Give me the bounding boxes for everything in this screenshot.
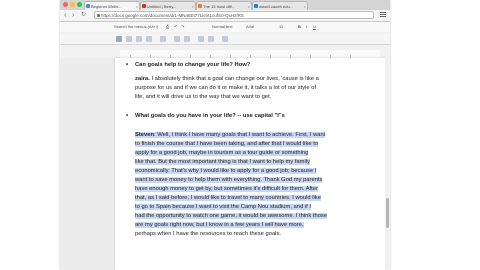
site-favicon-icon	[198, 4, 202, 8]
answer-paragraph-steven: Steven: Well, I think I have many goals …	[135, 131, 375, 239]
line-spacing-icon[interactable]	[160, 36, 166, 42]
selected-text[interactable]: are my goals right now, but I know in a …	[135, 222, 304, 228]
paragraph-line: to finish the course that I have been ta…	[135, 141, 319, 147]
print-icon[interactable]: ⎙	[166, 22, 169, 32]
selected-text[interactable]: to go to Spain because I want to visit t…	[135, 204, 311, 210]
italic-button[interactable]: I	[306, 22, 307, 32]
format-toolbar	[60, 34, 390, 45]
forward-arrow-icon[interactable]: ›	[72, 11, 74, 20]
heading-text: What goals do you have in your life? -- …	[135, 113, 285, 119]
selected-text[interactable]: economically. That's why I would like to…	[135, 168, 317, 174]
selected-text[interactable]: had the opportunity to watch one game, i…	[135, 213, 328, 219]
tab-title: Beginner Writin...	[91, 4, 122, 9]
align-right-icon[interactable]	[136, 36, 142, 42]
selected-text[interactable]: apply for a good job, maybe in tourism a…	[135, 150, 309, 156]
docs-favicon-icon	[86, 4, 90, 8]
close-tab-icon[interactable]: ×	[136, 2, 138, 10]
redo-icon[interactable]: ↷	[181, 22, 184, 32]
close-window-icon[interactable]	[63, 2, 68, 7]
url-text: https://docs.google.com/document/d/1-MN4…	[101, 13, 244, 18]
site-favicon-icon	[142, 4, 146, 8]
tab-strip: Beginner Writin... × Untitled | Berry...…	[60, 0, 390, 10]
reload-icon[interactable]: ↻	[81, 11, 86, 20]
browser-tab-1[interactable]: Beginner Writin... ×	[84, 1, 140, 10]
tab-title: www4.caoeh.edu...	[259, 4, 294, 9]
speaker-name: Steven	[135, 132, 155, 138]
close-tab-icon[interactable]: ×	[304, 2, 306, 10]
browser-tab-4[interactable]: www4.caoeh.edu... ×	[252, 1, 308, 10]
undo-icon[interactable]: ↶	[174, 22, 177, 32]
increase-indent-icon[interactable]	[208, 36, 214, 42]
tab-title: Untitled | Berry...	[147, 4, 177, 9]
question-heading-2: What goals do you have in your life? -- …	[135, 112, 375, 121]
scrollbar-thumb[interactable]	[386, 198, 389, 228]
vertical-scrollbar[interactable]	[385, 58, 390, 270]
underline-button[interactable]: U	[313, 22, 316, 32]
paragraph-line: perhaps when I have the resources to rea…	[135, 231, 281, 237]
paragraph-line: purpose for us and if we can do it or ma…	[135, 85, 317, 91]
font-select[interactable]: Arial	[246, 22, 254, 32]
address-bar: ‹ › ↻ https://docs.google.com/document/d…	[60, 10, 390, 22]
menu-search-field[interactable]: Search the menus (Alt+/)	[114, 22, 158, 32]
paragraph-line: like that. But the most important thing …	[135, 159, 310, 165]
close-tab-icon[interactable]: ×	[192, 2, 194, 10]
paragraph-line: want to save money to help them with eve…	[135, 177, 323, 183]
justify-icon[interactable]	[146, 36, 152, 42]
font-size-select[interactable]: 11	[279, 22, 283, 32]
browser-tab-2[interactable]: Untitled | Berry... ×	[140, 1, 196, 10]
minimize-window-icon[interactable]	[70, 2, 75, 7]
browser-menu-icon[interactable]	[380, 12, 386, 18]
bullet-dot-icon: •	[126, 113, 129, 119]
selected-text[interactable]: want to save money to help them with eve…	[135, 177, 323, 183]
paragraph-line: : Well, I think I have many goals that I…	[154, 132, 326, 138]
paragraph-line: had the opportunity to watch one game, i…	[135, 213, 328, 219]
paragraph-line: to go to Spain because I want to visit t…	[135, 204, 311, 210]
clear-formatting-icon[interactable]	[222, 36, 228, 42]
selected-text[interactable]: that, as I said before, I would like to …	[135, 195, 321, 201]
numbered-list-icon[interactable]	[174, 36, 180, 42]
paragraph-line: economically. That's why I would like to…	[135, 168, 317, 174]
paragraph-line: I absolutely think that a goal can chang…	[149, 76, 319, 82]
paragraph-line: have enough money to get by, but sometim…	[135, 186, 318, 192]
tab-title: The 15 most diff...	[203, 4, 235, 9]
selected-text[interactable]: to finish the course that I have been ta…	[135, 141, 319, 147]
selected-text[interactable]: like that. But the most important thing …	[135, 159, 310, 165]
speaker-name: zaira.	[135, 76, 150, 82]
bulleted-list-icon[interactable]	[184, 36, 190, 42]
style-select[interactable]: Normal text	[212, 22, 232, 32]
decrease-indent-icon[interactable]	[198, 36, 204, 42]
bold-button[interactable]: B	[298, 22, 301, 32]
url-field[interactable]: https://docs.google.com/document/d/1-MN4…	[94, 11, 374, 19]
selected-text[interactable]: Steven: Well, I think I have many goals …	[135, 132, 326, 138]
answer-paragraph-zaira: zaira. I absolutely think that a goal ca…	[135, 75, 375, 102]
site-favicon-icon	[254, 4, 258, 8]
browser-window: Beginner Writin... × Untitled | Berry...…	[60, 0, 390, 270]
paragraph-line: life, and it will drive us to the way th…	[135, 94, 272, 100]
paragraph-line: are my goals right now, but I know in a …	[135, 222, 304, 228]
browser-tab-3[interactable]: The 15 most diff... ×	[196, 1, 252, 10]
lock-icon	[97, 14, 100, 17]
selected-text[interactable]: have enough money to get by, but sometim…	[135, 186, 318, 192]
close-tab-icon[interactable]: ×	[248, 2, 250, 10]
align-center-icon[interactable]	[126, 36, 132, 42]
paragraph-line: that, as I said before, I would like to …	[135, 195, 321, 201]
question-heading-1: Can goals help to change your life? How?	[135, 61, 375, 70]
align-left-icon[interactable]	[116, 36, 122, 42]
docs-menu-toolbar: Search the menus (Alt+/) ⎙ ↶ ↷ Normal te…	[60, 22, 390, 32]
back-arrow-icon[interactable]: ‹	[64, 11, 66, 20]
bullet-dot-icon: •	[126, 62, 129, 68]
paragraph-line: apply for a good job, maybe in tourism a…	[135, 150, 309, 156]
maximize-window-icon[interactable]	[77, 2, 82, 7]
heading-text: Can goals help to change your life? How?	[135, 62, 251, 68]
